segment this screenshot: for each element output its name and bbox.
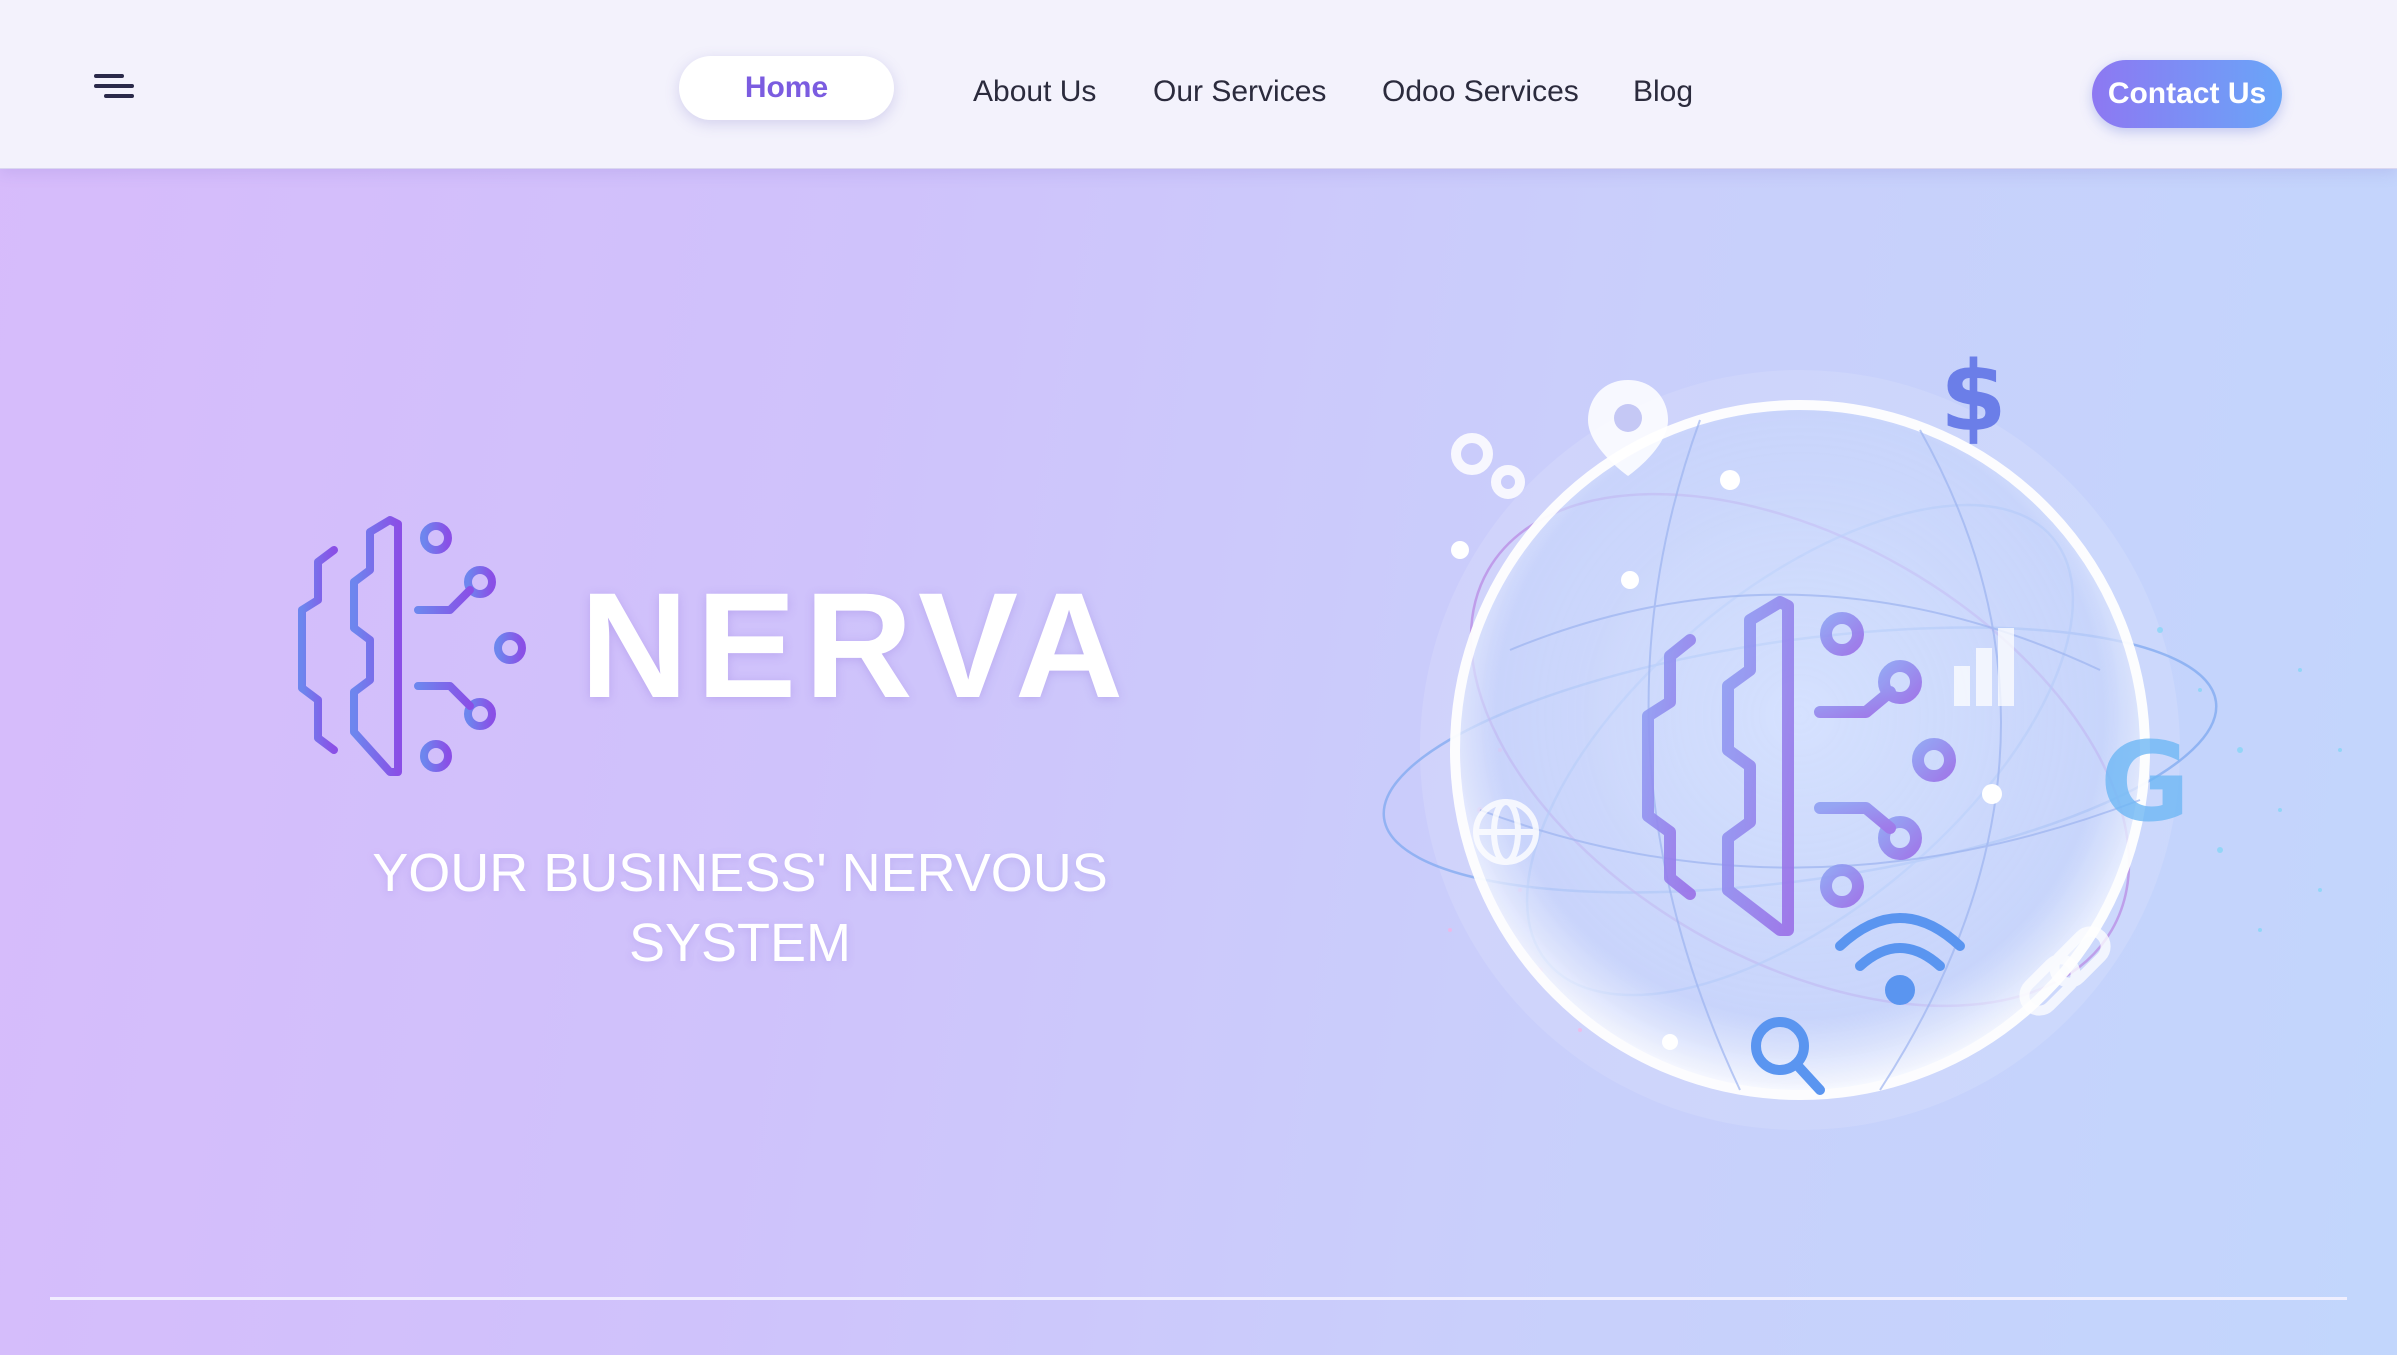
nav-about-us[interactable]: About Us — [973, 60, 1096, 124]
tagline-line-1: YOUR BUSINESS' NERVOUS — [372, 843, 1108, 903]
google-icon: G — [2100, 718, 2190, 846]
gear-icon — [1451, 433, 1525, 499]
hero-tagline: YOUR BUSINESS' NERVOUS SYSTEM — [300, 838, 1180, 978]
tagline-line-2: SYSTEM — [628, 913, 852, 973]
dollar-icon: $ — [1940, 341, 2007, 453]
hero-illustration: $ G — [1382, 341, 2342, 1130]
top-navigation-bar: Home About Us Our Services Odoo Services… — [0, 0, 2397, 169]
contact-us-button[interactable]: Contact Us — [2092, 60, 2282, 128]
section-divider — [50, 1297, 2347, 1300]
nav-our-services[interactable]: Our Services — [1153, 60, 1326, 124]
nav-home[interactable]: Home — [679, 56, 894, 120]
nav-blog[interactable]: Blog — [1633, 60, 1693, 124]
brand-title: NERVA — [580, 561, 1132, 729]
nav-odoo-services[interactable]: Odoo Services — [1382, 60, 1579, 124]
nerva-brain-logo-icon — [298, 516, 526, 776]
main-nav: Home About Us Our Services Odoo Services… — [0, 56, 2397, 120]
